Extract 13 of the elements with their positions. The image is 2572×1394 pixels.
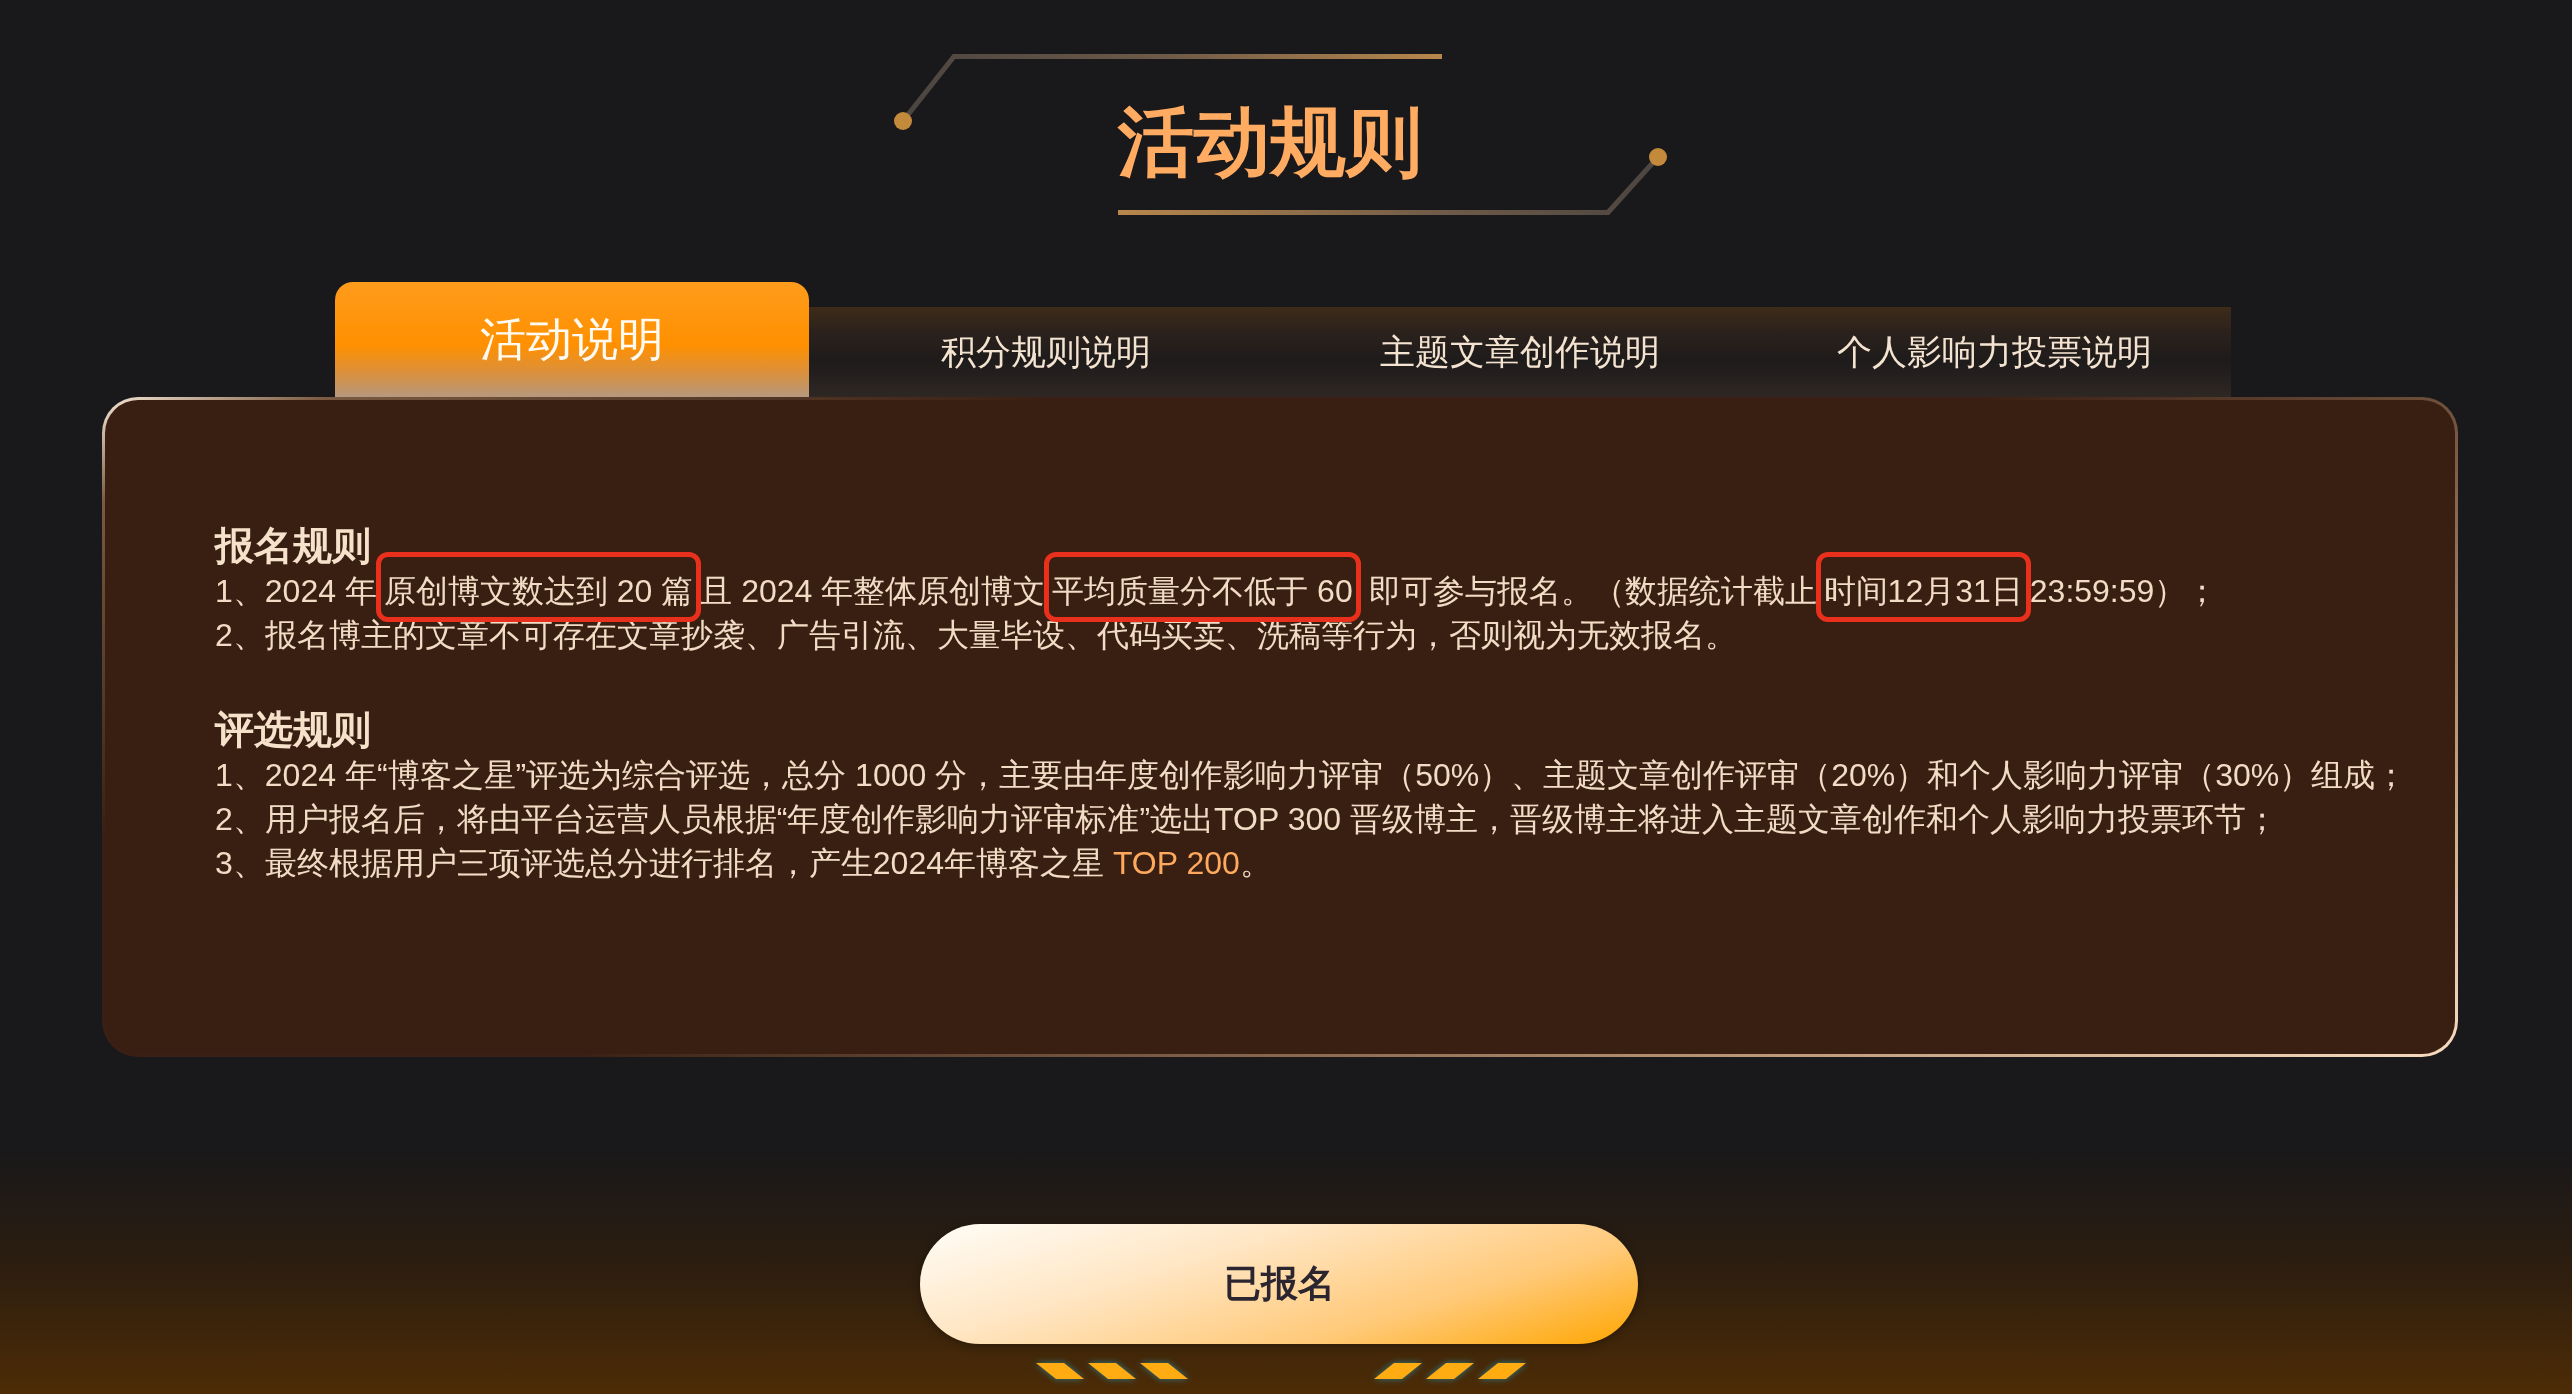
rule-text: 1、2024 年 原创博文数达到 20 篇 且 2024 年整体原创博文 平均质量分不低于 60 即可参与报名。（数据统计截止 时间12月31日 23:59:59）； [215, 569, 2415, 613]
tab[interactable]: 积分规则说明 [809, 307, 1283, 397]
rule-text: 1、2024 年“博客之星”评选为综合评选，总分 1000 分，主要由年度创作影响力评审（50%）、主题文章创作评审（20%）和个人影响力评审（30%）组成； [215, 756, 2409, 795]
section-heading: 报名规则 [215, 523, 372, 569]
page-title: 活动规则 [1118, 104, 1422, 180]
tab[interactable]: 个人影响力投票说明 [1757, 307, 2231, 397]
rule-text: 3、最终根据用户三项评选总分进行排名，产生2024年博客之星 TOP 200。 [215, 844, 1273, 883]
signed-up-button[interactable]: 已报名 [920, 1224, 1638, 1344]
rule-text: 2、用户报名后，将由平台运营人员根据“年度创作影响力评审标准”选出TOP 300 晋级博主，晋级博主将进入主题文章创作和个人影响力投票环节； [215, 800, 2279, 839]
tab[interactable]: 主题文章创作说明 [1283, 307, 1757, 397]
section-heading: 评选规则 [215, 707, 372, 753]
slanted-stripes-icon [1036, 1363, 1188, 1379]
slanted-stripes-icon [1374, 1363, 1526, 1379]
